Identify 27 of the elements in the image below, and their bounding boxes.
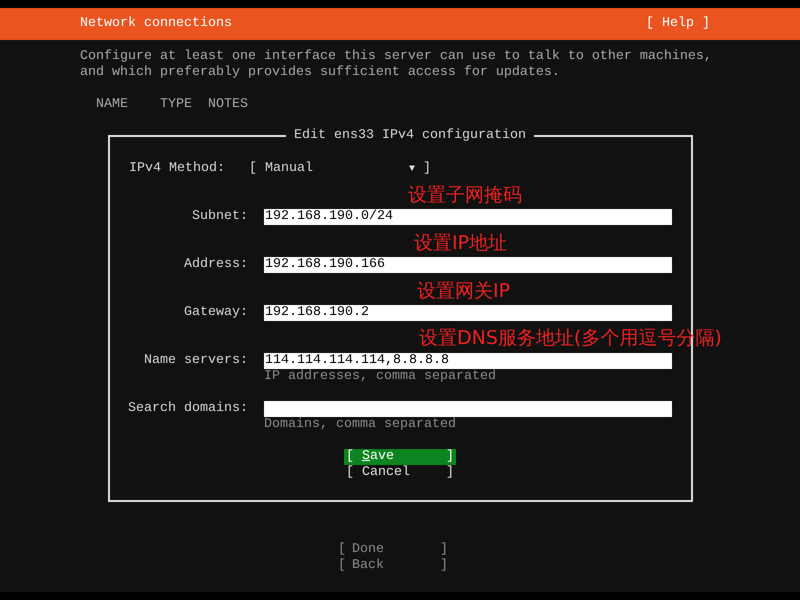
column-header: NOTES	[208, 97, 249, 113]
annotation-text: 设置IP地址	[414, 232, 508, 254]
dropdown-arrow-icon: ▼	[408, 164, 415, 175]
field-label: Search domains:	[127, 401, 248, 417]
description-text: Configure at least one interface this server can use to talk to other machines,	[80, 49, 713, 65]
input-field[interactable]: 192.168.190.0/24	[264, 209, 672, 225]
field-hint: IP addresses, comma separated	[264, 369, 497, 385]
description-text: and which preferably provides sufficient access for updates.	[80, 65, 561, 81]
save-button[interactable]: [ Save ]	[344, 449, 456, 465]
annotation-text: 设置子网掩码	[408, 184, 522, 206]
column-header: NAME	[96, 97, 129, 113]
column-header: TYPE	[160, 97, 193, 113]
page-title: Network connections	[80, 16, 232, 32]
field-label: Address:	[183, 257, 248, 273]
help-button[interactable]: [ Help ]	[646, 16, 710, 32]
field-label: Name servers:	[143, 353, 248, 369]
field-label: IPv4 Method:	[129, 161, 226, 178]
field-label: Gateway:	[183, 305, 248, 321]
cancel-button[interactable]: [ Cancel ]	[344, 465, 456, 481]
input-field[interactable]	[264, 401, 672, 417]
input-field[interactable]: 114.114.114.114,8.8.8.8	[264, 353, 672, 369]
annotation-text: 设置网关IP	[417, 280, 510, 302]
input-field[interactable]: 192.168.190.2	[264, 305, 672, 321]
input-field[interactable]: 192.168.190.166	[264, 257, 672, 273]
field-hint: Domains, comma separated	[264, 417, 457, 433]
dialog-title: Edit ens33 IPv4 configuration	[293, 128, 527, 144]
field-label: Subnet:	[191, 209, 248, 225]
